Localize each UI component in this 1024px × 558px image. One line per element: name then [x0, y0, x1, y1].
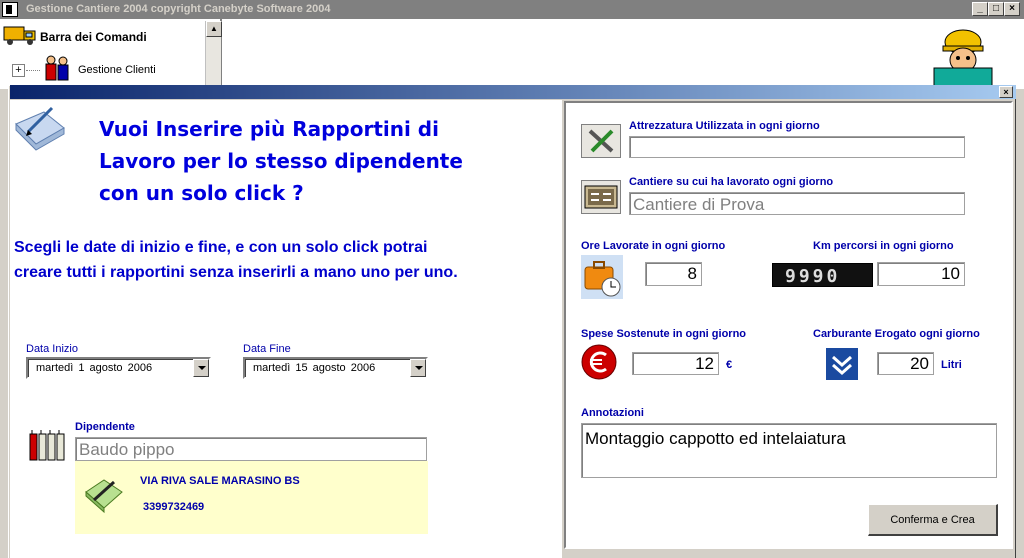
km-label: Km percorsi in ogni giorno: [813, 240, 954, 252]
end-date-label: Data Fine: [243, 343, 291, 355]
app-title-bar[interactable]: Gestione Cantiere 2004 copyright Canebyt…: [0, 0, 1024, 19]
clients-icon: [45, 55, 69, 81]
confirm-create-button[interactable]: Conferma e Crea: [868, 504, 998, 536]
command-bar-title: Barra dei Comandi: [40, 30, 147, 44]
tree-item-gestione-clienti[interactable]: Gestione Clienti: [78, 64, 156, 76]
expenses-label: Spese Sostenute in ogni giorno: [581, 328, 747, 340]
headline-line-3: con un solo click ?: [99, 181, 304, 205]
tools-icon: [588, 129, 614, 153]
tree-expand-button[interactable]: +: [12, 64, 25, 77]
site-field[interactable]: Cantiere di Prova: [629, 192, 965, 215]
employee-phone: 3399732469: [143, 501, 205, 513]
tools-button[interactable]: [581, 124, 621, 158]
start-date-value: martedì 1 agosto 2006: [36, 362, 153, 374]
end-date-picker[interactable]: martedì 15 agosto 2006: [243, 357, 428, 379]
equipment-label: Attrezzatura Utilizzata in ogni giorno: [629, 120, 820, 132]
end-date-value: martedì 15 agosto 2006: [253, 362, 376, 374]
headline-line-1: Vuoi Inserire più Rapportini di: [99, 117, 439, 141]
hours-field[interactable]: 8: [645, 262, 702, 286]
contact-card-icon: [85, 479, 123, 514]
description-line-1: Scegli le date di inizio e fine, e con u…: [14, 239, 428, 256]
dialog-close-button[interactable]: ×: [999, 86, 1013, 98]
fuel-field[interactable]: 20: [877, 352, 934, 375]
employee-address: VIA RIVA SALE MARASINO BS: [140, 475, 300, 487]
euro-coin-icon: [581, 344, 617, 380]
employee-cards-icon: [29, 430, 65, 461]
command-bar-panel: Barra dei Comandi + Gestione Clienti ▲: [0, 19, 222, 89]
command-bar-scrollbar[interactable]: ▲: [205, 21, 222, 89]
expenses-field[interactable]: 12: [632, 352, 719, 375]
notes-label: Annotazioni: [581, 407, 644, 419]
equipment-field[interactable]: [629, 136, 965, 158]
odometer-digits: 9990: [785, 266, 841, 287]
expenses-unit: €: [726, 359, 733, 371]
description-line-2: creare tutti i rapportini senza inserirl…: [14, 264, 458, 281]
fuel-label: Carburante Erogato ogni giorno: [813, 328, 980, 340]
minimize-button[interactable]: _: [972, 2, 988, 16]
employee-field[interactable]: Baudo pippo: [75, 437, 427, 461]
close-button[interactable]: ×: [1004, 2, 1020, 16]
km-field[interactable]: 10: [877, 262, 965, 286]
tree-connector: [26, 70, 40, 71]
fuel-unit: Litri: [941, 359, 962, 371]
worker-mascot-icon: [933, 29, 993, 86]
odometer-icon: 9990: [772, 263, 873, 287]
maximize-button[interactable]: □: [988, 2, 1004, 16]
notes-textarea[interactable]: Montaggio cappotto ed intelaiatura: [581, 423, 997, 478]
headline-line-2: Lavoro per lo stesso dipendente: [99, 149, 463, 173]
site-label: Cantiere su cui ha lavorato ogni giorno: [629, 176, 834, 188]
end-date-dropdown-button[interactable]: [410, 359, 426, 377]
notepad-pen-icon: [15, 106, 65, 151]
employee-info-box: [75, 461, 428, 534]
employee-label: Dipendente: [75, 421, 135, 433]
start-date-label: Data Inizio: [26, 343, 78, 355]
briefcase-clock-icon: [581, 255, 623, 299]
app-icon: [2, 2, 18, 17]
hours-label: Ore Lavorate in ogni giorno: [581, 240, 726, 252]
fuel-brand-icon: [826, 348, 858, 380]
app-title: Gestione Cantiere 2004 copyright Canebyt…: [26, 3, 331, 15]
truck-icon: [3, 26, 36, 45]
scroll-up-button[interactable]: ▲: [206, 21, 222, 37]
start-date-dropdown-button[interactable]: [193, 359, 209, 377]
dialog-title-bar[interactable]: [10, 85, 1016, 99]
site-button[interactable]: [581, 180, 621, 214]
site-sign-icon: [584, 185, 618, 209]
right-pane: [564, 101, 1013, 549]
start-date-picker[interactable]: martedì 1 agosto 2006: [26, 357, 211, 379]
